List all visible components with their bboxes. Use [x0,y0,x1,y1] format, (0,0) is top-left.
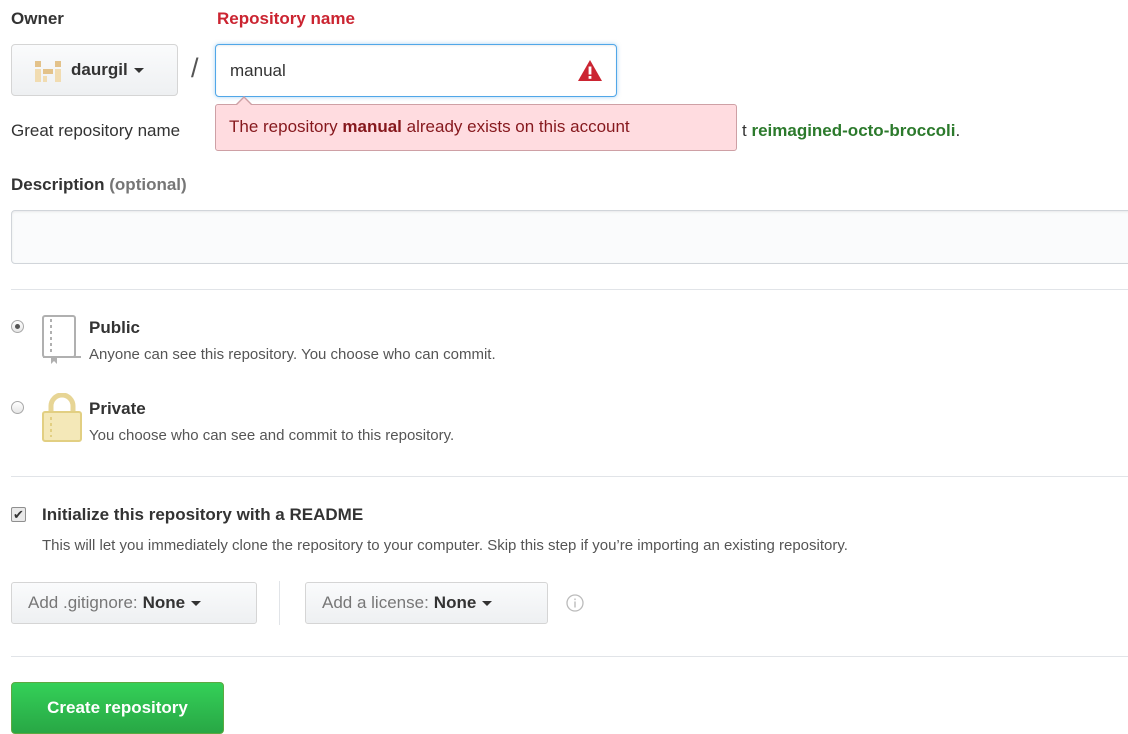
repo-book-icon [42,315,81,364]
description-input[interactable] [11,210,1128,264]
info-icon[interactable] [566,594,584,612]
repository-name-label: Repository name [217,9,355,28]
vertical-divider [279,581,280,625]
owner-avatar-icon [35,61,61,82]
public-radio[interactable] [11,320,24,333]
repository-name-input[interactable] [215,44,617,97]
private-title: Private [89,399,146,418]
private-description: You choose who can see and commit to thi… [89,427,455,444]
public-title: Public [89,318,141,337]
error-repo-name: manual [342,117,402,136]
owner-repo-separator: / [191,53,199,83]
private-radio[interactable] [11,401,24,414]
divider [11,289,1128,290]
owner-label: Owner [11,9,64,28]
create-repository-button[interactable]: Create repository [11,682,224,734]
optional-hint: (optional) [109,175,187,194]
init-readme-title: Initialize this repository with a README [42,505,364,524]
owner-name: daurgil [71,60,128,79]
divider [11,656,1128,657]
init-readme-description: This will let you immediately clone the … [42,537,848,554]
name-suggestion-text: Great repository name [11,121,181,140]
divider [11,476,1128,477]
suggested-name-link[interactable]: reimagined-octo-broccoli [751,121,955,140]
license-dropdown[interactable]: Add a license: None [305,582,548,624]
gitignore-dropdown[interactable]: Add .gitignore: None [11,582,257,624]
init-readme-checkbox[interactable]: ✔ [11,507,26,522]
public-description: Anyone can see this repository. You choo… [89,346,496,363]
chevron-down-icon [133,67,144,73]
chevron-down-icon [482,600,493,606]
repository-exists-error: The repository manual already exists on … [215,104,737,151]
warning-icon [578,60,602,81]
lock-icon [42,393,82,442]
description-label: Description (optional) [11,175,187,194]
name-suggestion-tail: t reimagined-octo-broccoli. [742,121,961,140]
error-pointer-fill [237,98,251,105]
chevron-down-icon [191,600,202,606]
owner-dropdown-button[interactable]: daurgil [11,44,178,96]
